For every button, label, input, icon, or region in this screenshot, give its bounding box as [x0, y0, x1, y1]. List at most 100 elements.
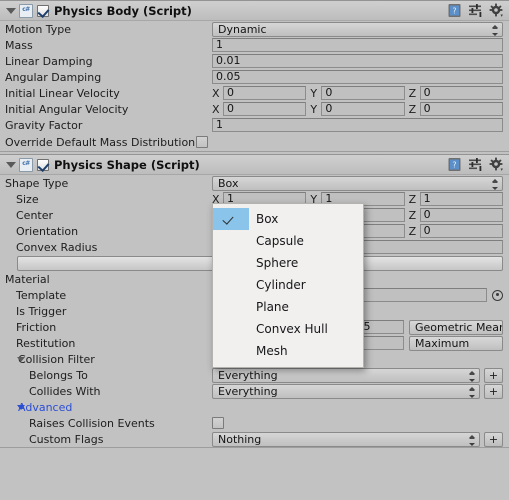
vector-cell-y: Y 0 — [310, 102, 405, 116]
belongs-to-dropdown[interactable]: Everything — [212, 367, 480, 383]
field-area — [212, 416, 503, 430]
axis-label-z: Z — [408, 224, 417, 238]
gravity-factor-input[interactable]: 1 — [212, 118, 503, 132]
menu-item-label: Cylinder — [256, 278, 306, 292]
row-collides-with: Collides With Everything + — [0, 383, 509, 399]
help-icon[interactable]: ? — [447, 157, 462, 172]
initial-angular-velocity-x-input[interactable]: 0 — [223, 102, 307, 116]
mass-input[interactable]: 1 — [212, 38, 503, 52]
field-area: X 0 Y 0 Z 0 — [212, 102, 503, 116]
row-label: Raises Collision Events — [29, 416, 155, 430]
check-cell — [213, 252, 249, 274]
initial-linear-velocity-z-input[interactable]: 0 — [419, 86, 503, 100]
row-label: Initial Angular Velocity — [5, 102, 129, 116]
initial-linear-velocity-y-input[interactable]: 0 — [321, 86, 405, 100]
csharp-script-icon: c# — [19, 3, 33, 18]
axis-label-x: X — [212, 102, 220, 116]
orientation-z-input[interactable]: 0 — [419, 224, 503, 238]
updown-arrows-icon — [469, 434, 475, 446]
menu-item-label: Box — [256, 212, 279, 226]
vector-cell-z: Z 0 — [409, 224, 503, 238]
custom-flags-dropdown[interactable]: Nothing — [212, 431, 480, 447]
custom-flags-value: Nothing — [218, 432, 262, 446]
vector-cell-z: Z 0 — [409, 102, 503, 116]
axis-label-z: Z — [408, 208, 417, 222]
shape-type-dropdown-menu[interactable]: Box Capsule Sphere Cylinder Plane Convex… — [212, 203, 364, 368]
row-label: Restitution — [16, 336, 76, 350]
row-belongs-to: Belongs To Everything + — [0, 367, 509, 383]
foldout-arrow-icon[interactable] — [5, 159, 16, 170]
settings-gear-icon[interactable] — [489, 3, 504, 18]
row-gravity-factor: Gravity Factor 1 — [0, 117, 509, 133]
vector-cell-x: X 0 — [212, 86, 307, 100]
initial-angular-velocity-z-input[interactable]: 0 — [419, 102, 503, 116]
size-z-input[interactable]: 1 — [419, 192, 503, 206]
angular-damping-input[interactable]: 0.05 — [212, 70, 503, 84]
vector-cell-z: Z 1 — [409, 192, 503, 206]
menu-item-label: Capsule — [256, 234, 304, 248]
row-motion-type: Motion Type Dynamic — [0, 21, 509, 37]
axis-label-y: Y — [310, 86, 318, 100]
check-cell — [213, 340, 249, 362]
component-enable-checkbox[interactable] — [37, 4, 49, 17]
updown-arrows-icon — [492, 178, 498, 190]
shape-type-dropdown[interactable]: Box — [212, 175, 503, 191]
row-label: Mass — [5, 38, 33, 52]
menu-item-box[interactable]: Box — [213, 208, 363, 230]
settings-gear-icon[interactable] — [489, 157, 504, 172]
field-area: 1 — [212, 118, 503, 132]
collides-with-dropdown[interactable]: Everything — [212, 383, 480, 399]
row-label: Initial Linear Velocity — [5, 86, 120, 100]
menu-item-label: Sphere — [256, 256, 299, 270]
friction-combine-dropdown[interactable]: Geometric Mean — [409, 319, 503, 335]
axis-label-z: Z — [408, 102, 417, 116]
menu-item-cylinder[interactable]: Cylinder — [213, 274, 363, 296]
initial-angular-velocity-y-input[interactable]: 0 — [321, 102, 405, 116]
updown-arrows-icon — [469, 370, 475, 382]
restitution-combine-dropdown[interactable]: Maximum — [409, 335, 503, 351]
row-label: Center — [16, 208, 54, 222]
check-cell — [213, 318, 249, 340]
object-picker-icon[interactable] — [492, 289, 503, 301]
custom-flags-add-button[interactable]: + — [484, 431, 503, 447]
field-area: Box — [212, 175, 503, 191]
row-linear-damping: Linear Damping 0.01 — [0, 53, 509, 69]
physics-body-header[interactable]: c# Physics Body (Script) ? — [0, 1, 509, 21]
check-icon — [213, 208, 249, 230]
menu-item-convex-hull[interactable]: Convex Hull — [213, 318, 363, 340]
menu-item-sphere[interactable]: Sphere — [213, 252, 363, 274]
check-cell — [213, 296, 249, 318]
raises-collision-events-checkbox[interactable] — [212, 417, 224, 429]
help-icon[interactable]: ? — [447, 3, 462, 18]
row-shape-type: Shape Type Box — [0, 175, 509, 191]
vector-cell-x: X 0 — [212, 102, 307, 116]
component-enable-checkbox[interactable] — [37, 158, 49, 171]
menu-item-label: Convex Hull — [256, 322, 328, 336]
preset-icon[interactable] — [468, 3, 483, 18]
collides-with-value: Everything — [218, 384, 278, 398]
physics-shape-header[interactable]: c# Physics Shape (Script) ? — [0, 155, 509, 175]
preset-icon[interactable] — [468, 157, 483, 172]
center-z-input[interactable]: 0 — [419, 208, 503, 222]
advanced-label: Advanced — [18, 400, 73, 414]
header-icon-group: ? — [447, 3, 504, 18]
row-angular-damping: Angular Damping 0.05 — [0, 69, 509, 85]
menu-item-mesh[interactable]: Mesh — [213, 340, 363, 362]
row-override-default-mass-distribution: Override Default Mass Distribution — [0, 133, 509, 151]
linear-damping-input[interactable]: 0.01 — [212, 54, 503, 68]
row-advanced[interactable]: Advanced — [0, 399, 509, 415]
menu-item-capsule[interactable]: Capsule — [213, 230, 363, 252]
csharp-script-icon-label: c# — [22, 5, 30, 13]
field-area: 0.01 — [212, 54, 503, 68]
row-label: Collides With — [29, 384, 101, 398]
axis-label-y: Y — [310, 102, 318, 116]
motion-type-dropdown[interactable]: Dynamic — [212, 21, 503, 37]
override-default-mass-distribution-checkbox[interactable] — [196, 136, 209, 148]
foldout-arrow-icon[interactable] — [5, 5, 16, 16]
check-cell — [213, 274, 249, 296]
row-label: Angular Damping — [5, 70, 102, 84]
initial-linear-velocity-x-input[interactable]: 0 — [223, 86, 307, 100]
menu-item-plane[interactable]: Plane — [213, 296, 363, 318]
collides-with-add-button[interactable]: + — [484, 383, 503, 399]
belongs-to-add-button[interactable]: + — [484, 367, 503, 383]
